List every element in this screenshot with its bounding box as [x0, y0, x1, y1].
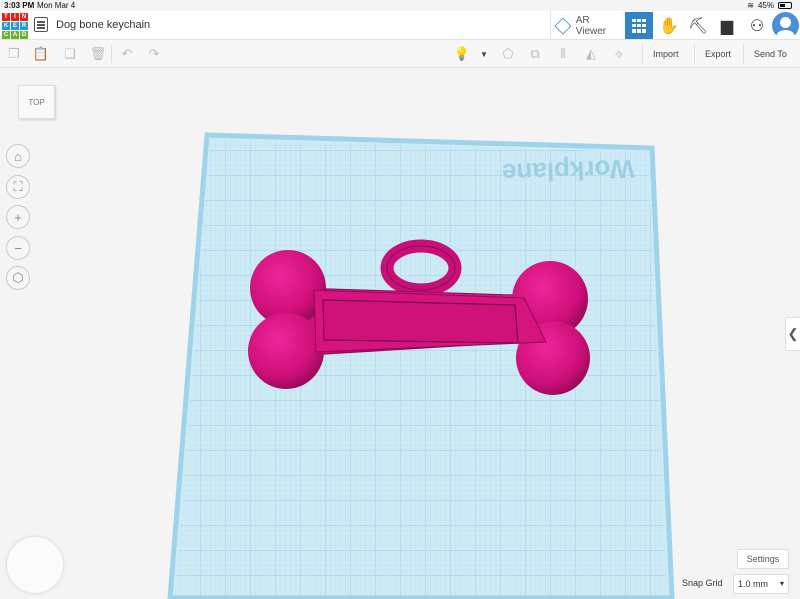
workplane-grid — [175, 140, 667, 598]
app-header: TINKERCAD Dog bone keychain AR Viewer ✋ … — [0, 11, 800, 40]
status-right: ≋ 45% — [747, 0, 792, 11]
toolbar-divider — [111, 45, 112, 63]
snap-grid-label: Snap Grid — [682, 578, 723, 588]
logo-letter: D — [20, 31, 28, 39]
workplane-label: Workplane — [502, 154, 635, 189]
group-icon[interactable]: ⬠ — [500, 46, 516, 62]
logo-letter: N — [20, 13, 28, 21]
bone-knob-bottom-left[interactable] — [248, 313, 324, 389]
mirror-icon[interactable]: ◭ — [583, 46, 599, 62]
cruise-icon[interactable]: ⟡ — [611, 46, 627, 62]
wifi-icon: ≋ — [747, 1, 754, 10]
ar-cube-icon — [554, 17, 572, 34]
name-plate-recess[interactable] — [322, 299, 519, 344]
view-cube[interactable]: TOP — [18, 85, 55, 119]
edit-toolbar: ❐ 📋 ❏ 🗑 ↶ ↷ 💡 ▼ ⬠ ⧉ ⫴ ◭ ⟡ Import Export … — [0, 40, 800, 68]
chevron-left-icon: ❮ — [787, 326, 799, 341]
status-bar: 3:03 PM Mon Mar 4 ≋ 45% — [0, 0, 800, 11]
add-user-button[interactable]: ⚇ — [743, 12, 771, 39]
align-icon[interactable]: ⫴ — [555, 46, 571, 62]
redo-icon[interactable]: ↷ — [146, 46, 162, 62]
logo-letter: I — [11, 13, 19, 21]
sim-lab-button[interactable]: ⛏ — [684, 12, 712, 39]
import-button[interactable]: Import — [642, 43, 689, 65]
status-date: Mon Mar 4 — [37, 1, 76, 10]
cube-outline-icon: ⬡ — [12, 270, 24, 285]
zoom-in-button[interactable]: + — [6, 205, 30, 229]
fit-view-button[interactable]: ⛶ — [6, 175, 30, 199]
paste-icon[interactable]: 📋 — [33, 46, 49, 62]
grid-icon — [632, 18, 646, 33]
workplane-canvas[interactable]: Workplane — [0, 68, 800, 599]
home-view-button[interactable]: ⌂ — [6, 144, 30, 168]
logo-letter: C — [2, 31, 10, 39]
lightbulb-icon[interactable]: 💡 — [454, 46, 470, 62]
duplicate-icon[interactable]: ❏ — [62, 46, 78, 62]
logo-letter: R — [20, 22, 28, 30]
ar-viewer-button[interactable]: AR Viewer — [550, 11, 622, 40]
logo-letter: A — [11, 31, 19, 39]
logo-letter: T — [2, 13, 10, 21]
ungroup-icon[interactable]: ⧉ — [527, 46, 543, 62]
send-to-button[interactable]: Send To — [743, 43, 797, 65]
bricks-view-button[interactable]: ▆ — [713, 12, 741, 39]
design-list-icon[interactable] — [34, 17, 48, 32]
minus-icon: − — [14, 240, 22, 256]
home-icon: ⌂ — [14, 148, 22, 164]
undo-icon[interactable]: ↶ — [119, 46, 135, 62]
orbit-pad[interactable] — [6, 536, 64, 594]
add-user-icon: ⚇ — [749, 17, 765, 35]
export-button[interactable]: Export — [694, 43, 741, 65]
copy-icon[interactable]: ❐ — [6, 46, 22, 62]
design-title[interactable]: Dog bone keychain — [56, 19, 150, 31]
pickaxe-icon: ⛏ — [687, 17, 709, 35]
status-time: 3:03 PM — [4, 1, 35, 10]
blocks-view-button[interactable]: ✋ — [655, 12, 683, 39]
settings-button[interactable]: Settings — [737, 549, 789, 569]
delete-icon[interactable]: 🗑 — [90, 46, 107, 62]
shapes-panel-toggle[interactable]: ❮ — [785, 317, 800, 351]
view-cube-face-label: TOP — [28, 97, 45, 107]
logo-letter: K — [2, 22, 10, 30]
battery-icon — [778, 2, 792, 9]
battery-percent: 45% — [757, 1, 774, 10]
plus-icon: + — [14, 209, 22, 225]
tinkercad-logo[interactable]: TIN KER CAD — [2, 13, 28, 39]
chevron-down-icon[interactable]: ▼ — [476, 46, 492, 62]
ar-viewer-label: AR Viewer — [575, 14, 607, 37]
3d-design-view-button[interactable] — [625, 12, 653, 39]
fit-icon: ⛶ — [13, 179, 23, 194]
logo-letter: E — [11, 22, 19, 30]
snap-grid-select[interactable]: 1.0 mm — [733, 574, 789, 594]
glove-icon: ✋ — [659, 17, 679, 35]
briefcase-icon: ▆ — [720, 17, 734, 35]
user-avatar[interactable] — [772, 12, 799, 39]
ortho-view-button[interactable]: ⬡ — [6, 266, 30, 290]
zoom-out-button[interactable]: − — [6, 236, 30, 260]
